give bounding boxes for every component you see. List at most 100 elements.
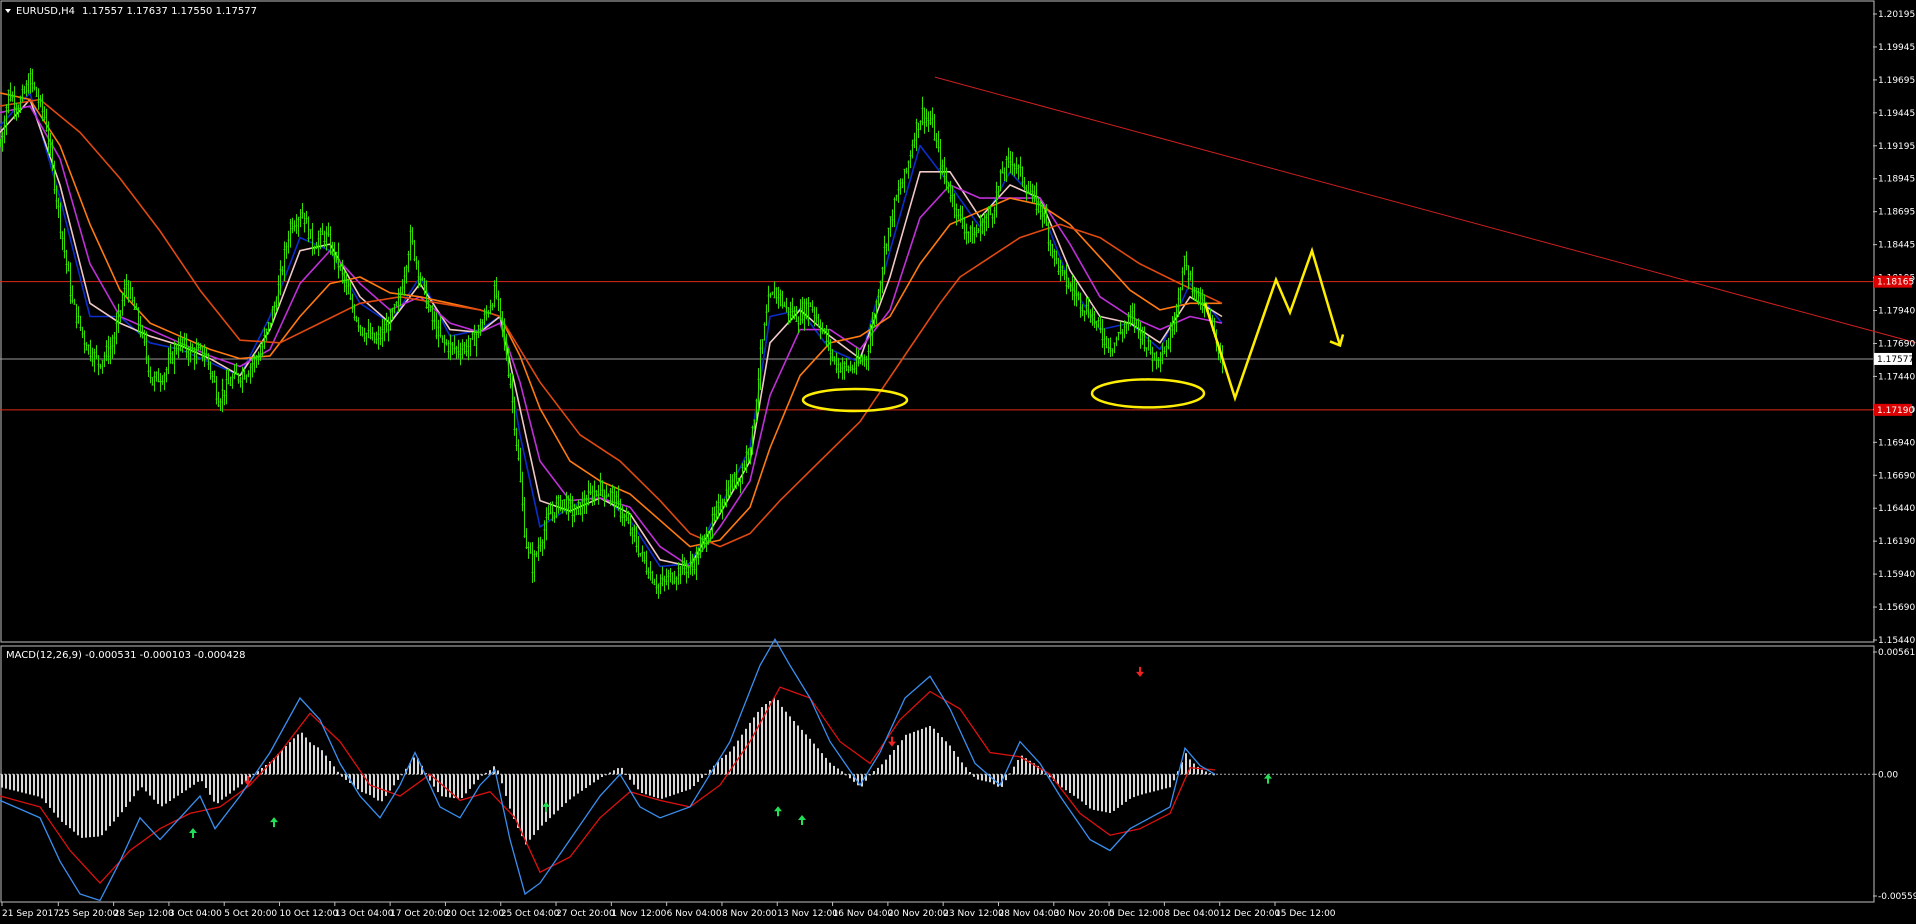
histogram-bar [589, 774, 591, 786]
histogram-bar [217, 774, 219, 804]
histogram-bar [657, 774, 659, 799]
price-axis-label: 1.15440 [1878, 636, 1915, 646]
histogram-bar [161, 774, 163, 807]
histogram-bar [1133, 774, 1135, 798]
histogram-bar [1185, 753, 1187, 775]
histogram-bar [77, 774, 79, 836]
histogram-bar [1125, 774, 1127, 802]
histogram-bar [5, 774, 7, 789]
histogram-bar [981, 774, 983, 781]
histogram-bar [137, 774, 139, 791]
histogram-bar [569, 774, 571, 800]
histogram-bar [121, 774, 123, 813]
histogram-bar [113, 774, 115, 822]
histogram-bar [897, 745, 899, 775]
histogram-bar [49, 774, 51, 808]
histogram-bar [145, 774, 147, 792]
histogram-bar [869, 774, 871, 776]
price-axis-label: 1.16190 [1878, 537, 1915, 547]
price-axis-label: 1.15940 [1878, 570, 1915, 580]
price-axis-label: 1.16440 [1878, 504, 1915, 514]
histogram-bar [105, 774, 107, 831]
time-axis-label: 27 Oct 20:00 [556, 909, 615, 919]
histogram-bar [921, 728, 923, 775]
time-axis-label: 12 Dec 20:00 [1220, 909, 1281, 919]
histogram-bar [201, 774, 203, 782]
histogram-bar [841, 771, 843, 775]
price-axis-label: 1.17690 [1878, 339, 1915, 349]
histogram-bar [773, 697, 775, 775]
histogram-bar [81, 774, 83, 838]
histogram-bar [813, 743, 815, 775]
chart-background [0, 0, 1916, 924]
histogram-bar [761, 707, 763, 775]
histogram-bar [477, 774, 479, 780]
histogram-bar [945, 741, 947, 775]
histogram-bar [645, 774, 647, 795]
histogram-bar [929, 726, 931, 775]
histogram-bar [205, 774, 207, 788]
histogram-bar [937, 732, 939, 775]
macd-axis-label: 0.00 [1878, 770, 1898, 780]
histogram-bar [481, 774, 483, 776]
histogram-bar [965, 767, 967, 775]
histogram-bar [585, 774, 587, 788]
histogram-bar [281, 749, 283, 775]
histogram-bar [701, 774, 703, 778]
histogram-bar [581, 774, 583, 791]
histogram-bar [1129, 774, 1131, 799]
histogram-bar [485, 772, 487, 775]
histogram-bar [805, 734, 807, 775]
histogram-bar [673, 774, 675, 795]
histogram-bar [393, 774, 395, 786]
price-axis-label: 1.17940 [1878, 307, 1915, 317]
histogram-bar [961, 762, 963, 775]
histogram-bar [925, 727, 927, 775]
symbol-label: EURUSD,H4 [16, 6, 75, 17]
histogram-bar [193, 774, 195, 785]
histogram-bar [601, 774, 603, 777]
time-axis-label: 8 Nov 20:00 [722, 909, 777, 919]
histogram-bar [1145, 774, 1147, 794]
histogram-bar [413, 757, 415, 775]
histogram-bar [301, 732, 303, 775]
histogram-bar [849, 774, 851, 779]
histogram-bar [209, 774, 211, 795]
histogram-bar [553, 774, 555, 815]
histogram-bar [837, 768, 839, 775]
histogram-bar [833, 765, 835, 775]
histogram-bar [317, 747, 319, 775]
histogram-bar [877, 767, 879, 775]
histogram-bar [1209, 773, 1211, 775]
histogram-bar [125, 774, 127, 807]
histogram-bar [1017, 760, 1019, 775]
histogram-bar [669, 774, 671, 797]
histogram-bar [541, 774, 543, 826]
histogram-bar [1089, 774, 1091, 809]
histogram-bar [621, 767, 623, 775]
time-axis-label: 6 Nov 04:00 [667, 909, 722, 919]
histogram-bar [1101, 774, 1103, 812]
histogram-bar [749, 722, 751, 775]
histogram-bar [513, 774, 515, 819]
histogram-bar [681, 774, 683, 792]
histogram-bar [45, 774, 47, 804]
price-axis-label: 1.18445 [1878, 241, 1915, 251]
histogram-bar [285, 746, 287, 775]
price-tag-label: 1.17190 [1877, 406, 1914, 416]
histogram-bar [501, 774, 503, 784]
histogram-bar [1093, 774, 1095, 810]
histogram-bar [305, 737, 307, 775]
histogram-bar [625, 773, 627, 775]
histogram-bar [829, 762, 831, 775]
histogram-bar [633, 774, 635, 785]
histogram-bar [133, 774, 135, 797]
trading-chart[interactable]: 1.20195 1.19945 1.19695 1.19445 1.19195 1.189… [0, 0, 1916, 924]
histogram-bar [781, 706, 783, 775]
time-axis-label: 30 Nov 20:00 [1054, 909, 1115, 919]
histogram-bar [1009, 773, 1011, 775]
histogram-bar [885, 759, 887, 775]
histogram-bar [297, 734, 299, 775]
histogram-bar [1169, 774, 1171, 788]
histogram-bar [1105, 774, 1107, 813]
